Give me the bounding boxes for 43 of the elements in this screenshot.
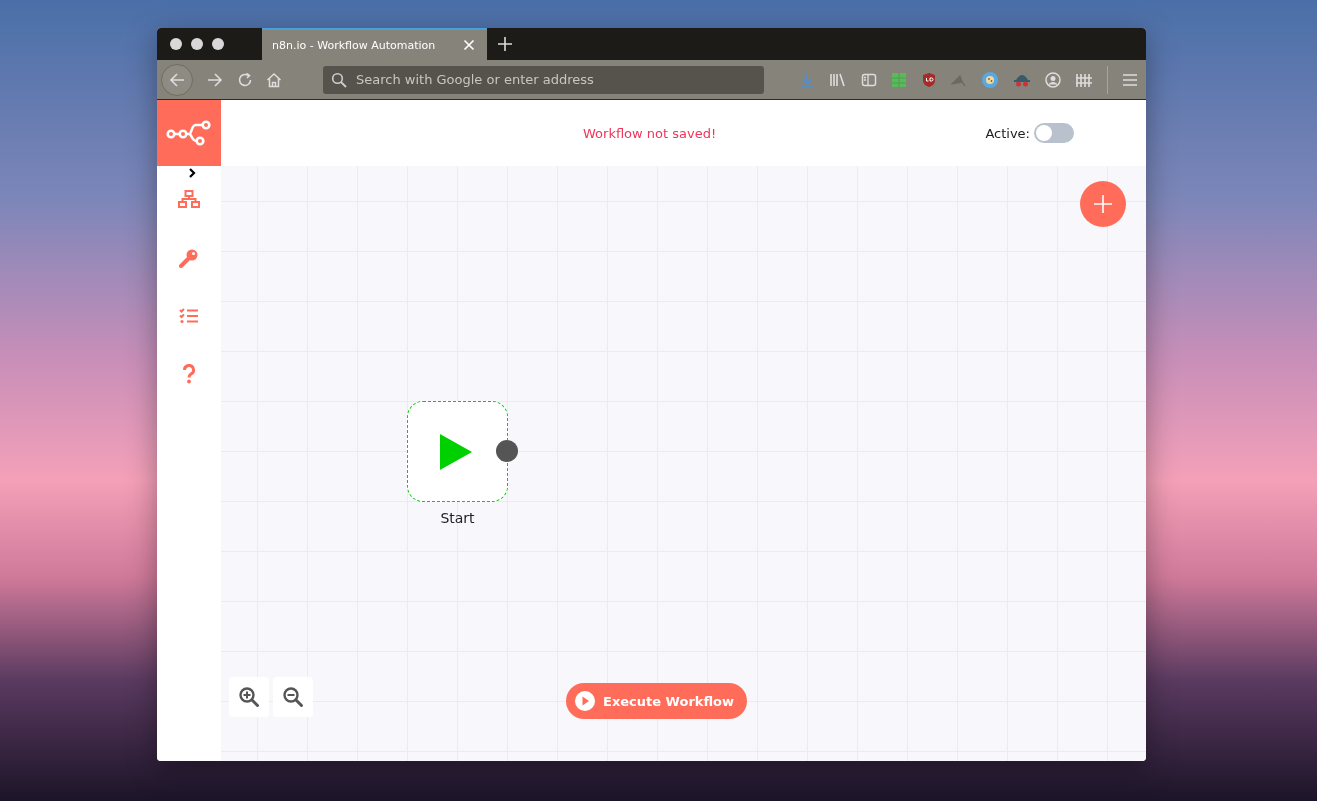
node-label: Start xyxy=(439,510,476,526)
close-window-button[interactable] xyxy=(170,38,182,50)
execute-workflow-button[interactable]: Execute Workflow xyxy=(566,683,748,719)
new-tab-icon[interactable] xyxy=(497,36,513,52)
zoom-window-button[interactable] xyxy=(212,38,224,50)
sidebar-icon[interactable] xyxy=(861,71,877,88)
shield-icon[interactable] xyxy=(921,71,937,88)
zoom-out-icon xyxy=(282,686,304,708)
active-toggle[interactable] xyxy=(1034,123,1074,143)
checklist-icon[interactable] xyxy=(179,308,199,324)
network-icon[interactable] xyxy=(178,190,200,208)
browser-tab[interactable]: n8n.io - Workflow Automation xyxy=(262,28,487,60)
save-status-text: Workflow not saved! xyxy=(583,125,717,141)
reload-icon[interactable] xyxy=(237,71,253,88)
back-arrow-icon xyxy=(168,70,186,89)
address-input[interactable]: Search with Google or enter address xyxy=(356,72,756,87)
output-handle[interactable] xyxy=(496,440,518,462)
plus-icon xyxy=(1093,194,1113,214)
cookie-icon[interactable] xyxy=(981,70,999,89)
zoom-in-button[interactable] xyxy=(229,677,269,717)
chevron-right-icon xyxy=(188,168,196,178)
zoom-out-button[interactable] xyxy=(273,677,313,717)
account-icon[interactable] xyxy=(1045,71,1061,88)
back-button[interactable] xyxy=(161,63,193,96)
close-tab-icon[interactable] xyxy=(463,39,475,51)
minimize-window-button[interactable] xyxy=(191,38,203,50)
forward-icon[interactable] xyxy=(206,70,224,89)
add-node-button[interactable] xyxy=(1080,181,1126,227)
search-icon xyxy=(331,71,347,88)
spreadsheet-icon[interactable] xyxy=(891,71,907,88)
zoom-in-icon xyxy=(238,686,260,708)
address-bar[interactable]: Search with Google or enter address xyxy=(323,65,764,94)
logo-icon xyxy=(166,120,212,146)
play-icon xyxy=(438,432,473,471)
play-circle-icon xyxy=(575,691,595,711)
fence-icon[interactable] xyxy=(1075,71,1093,88)
start-node[interactable] xyxy=(407,401,508,502)
key-icon[interactable] xyxy=(179,248,199,268)
home-icon[interactable] xyxy=(266,71,282,88)
help-icon[interactable] xyxy=(182,364,196,384)
active-label: Active: xyxy=(985,125,1030,141)
library-icon[interactable] xyxy=(829,71,847,88)
menu-icon[interactable] xyxy=(1122,72,1138,87)
